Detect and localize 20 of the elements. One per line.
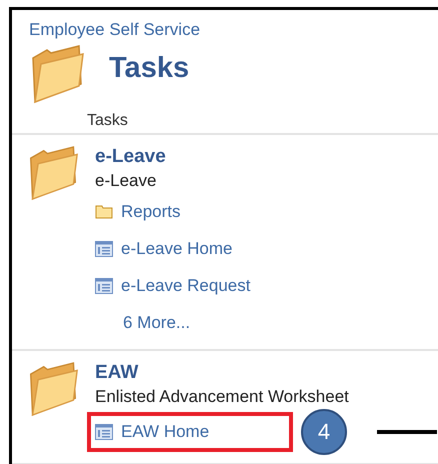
task-link[interactable]: e-Leave Request	[87, 267, 258, 304]
task-link[interactable]: Reports	[87, 193, 189, 230]
page-list-icon	[95, 240, 113, 256]
page-list-icon	[95, 424, 113, 440]
group-description: e-Leave	[95, 170, 158, 192]
task-link[interactable]: 6 More...	[87, 304, 198, 341]
folder-icon	[29, 44, 85, 104]
page-title: Tasks	[109, 52, 190, 85]
group-title[interactable]: EAW	[95, 361, 437, 385]
folder-icon	[27, 361, 79, 417]
folder-icon	[27, 145, 79, 201]
group-title[interactable]: e-Leave	[95, 145, 258, 169]
page-list-icon	[95, 278, 113, 294]
step-badge: 4	[301, 409, 347, 455]
task-link[interactable]: EAW Home	[87, 412, 293, 452]
task-link[interactable]: e-Leave Home	[87, 230, 241, 267]
breadcrumb-link[interactable]: Employee Self Service	[29, 20, 438, 40]
section-label: Tasks	[87, 112, 129, 130]
group-description: Enlisted Advancement Worksheet	[95, 386, 350, 408]
folder-icon	[95, 204, 113, 219]
